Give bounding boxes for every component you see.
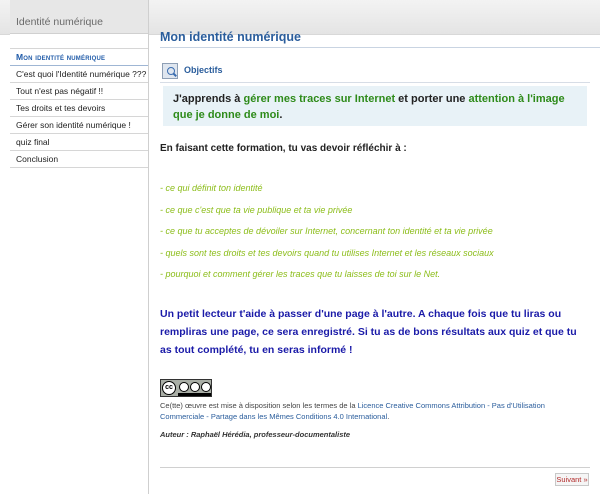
sidebar-item-gerer-identite[interactable]: Gérer son identité numérique ! — [10, 117, 148, 134]
lecteur-paragraph: Un petit lecteur t'aide à passer d'une p… — [160, 308, 577, 356]
title-divider — [160, 47, 600, 48]
author-credit: Auteur : Raphaël Hérédia, professeur-doc… — [160, 430, 351, 439]
objectifs-divider — [160, 82, 590, 83]
license-suffix: . — [387, 412, 390, 421]
intro-text: En faisant cette formation, tu vas devoi… — [160, 143, 407, 154]
sidebar: Identité numérique Mon identité numériqu… — [10, 0, 149, 494]
sidebar-item-cest-quoi[interactable]: C'est quoi l'Identité numérique ??? — [10, 66, 148, 83]
bullet-item: - ce que tu acceptes de dévoiler sur Int… — [160, 226, 493, 236]
creative-commons-badge[interactable]: cc — [160, 379, 212, 397]
next-button[interactable]: Suivant » — [555, 473, 589, 486]
bullet-item: - ce que c'est que ta vie publique et ta… — [160, 204, 353, 215]
license-prefix: Ce(tte) œuvre est mise à disposition sel… — [160, 401, 358, 410]
bullet-list: - ce qui définit ton identité - ce que c… — [160, 183, 590, 291]
sidebar-item-conclusion[interactable]: Conclusion — [10, 151, 148, 168]
objectifs-label: Objectifs — [184, 65, 223, 75]
sidebar-header: Identité numérique — [10, 0, 148, 34]
sidebar-item-quiz-final[interactable]: quiz final — [10, 134, 148, 151]
sa-icon — [201, 382, 211, 392]
magnifier-icon — [162, 63, 178, 79]
license-text: Ce(tte) œuvre est mise à disposition sel… — [160, 400, 590, 422]
objectifs-header: Objectifs — [160, 60, 590, 83]
cc-logo-icon: cc — [162, 381, 176, 395]
badge-strip — [178, 393, 211, 396]
footer-divider — [160, 467, 590, 468]
bullet-item: - pourquoi et comment gérer les traces q… — [160, 269, 441, 279]
sidebar-nav: Mon identité numérique C'est quoi l'Iden… — [10, 48, 148, 168]
by-icon — [179, 382, 189, 392]
bullet-item: - ce qui définit ton identité — [160, 183, 263, 193]
objectif-text-1: J'apprends à — [173, 93, 244, 105]
objectif-text-2: et porter une — [395, 93, 469, 105]
bullet-item: - quels sont tes droits et tes devoirs q… — [160, 247, 494, 258]
sidebar-item-mon-identite-numerique[interactable]: Mon identité numérique — [10, 49, 148, 66]
objectif-text-3: . — [279, 109, 283, 121]
sidebar-item-droits-devoirs[interactable]: Tes droits et tes devoirs — [10, 100, 148, 117]
page-title: Mon identité numérique — [160, 30, 301, 44]
objectif-box: J'apprends à gérer mes traces sur Intern… — [163, 86, 587, 126]
nc-icon — [190, 382, 200, 392]
objectif-highlight-1: gérer mes traces sur Internet — [243, 93, 396, 105]
sidebar-item-tout-nest-pas-negatif[interactable]: Tout n'est pas négatif !! — [10, 83, 148, 100]
